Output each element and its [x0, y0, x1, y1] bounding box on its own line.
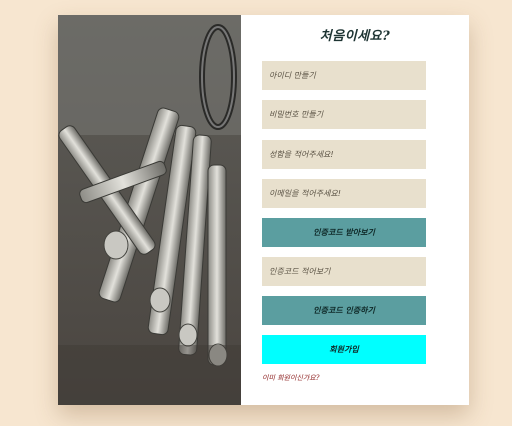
signup-button[interactable]: 회원가입	[262, 335, 426, 364]
page-title: 처음이세요?	[319, 29, 391, 44]
email-field[interactable]: 이메일을 적어주세요!	[262, 179, 426, 208]
name-field[interactable]: 성함을 적어주세요!	[262, 140, 426, 169]
keys-photo	[58, 15, 241, 405]
signup-card: 처음이세요? 아이디 만들기 비밀번호 만들기 성함을 적어주세요! 이메일을 …	[58, 15, 469, 405]
code-field[interactable]: 인증코드 적어보기	[262, 257, 426, 286]
login-link[interactable]: 이미 회원이신가요?	[262, 373, 320, 383]
signup-form: 처음이세요? 아이디 만들기 비밀번호 만들기 성함을 적어주세요! 이메일을 …	[241, 15, 469, 405]
verify-code-button[interactable]: 인증코드 인증하기	[262, 296, 426, 325]
send-code-button[interactable]: 인증코드 받아보기	[262, 218, 426, 247]
id-field[interactable]: 아이디 만들기	[262, 61, 426, 90]
keys-illustration	[58, 15, 241, 405]
password-field[interactable]: 비밀번호 만들기	[262, 100, 426, 129]
